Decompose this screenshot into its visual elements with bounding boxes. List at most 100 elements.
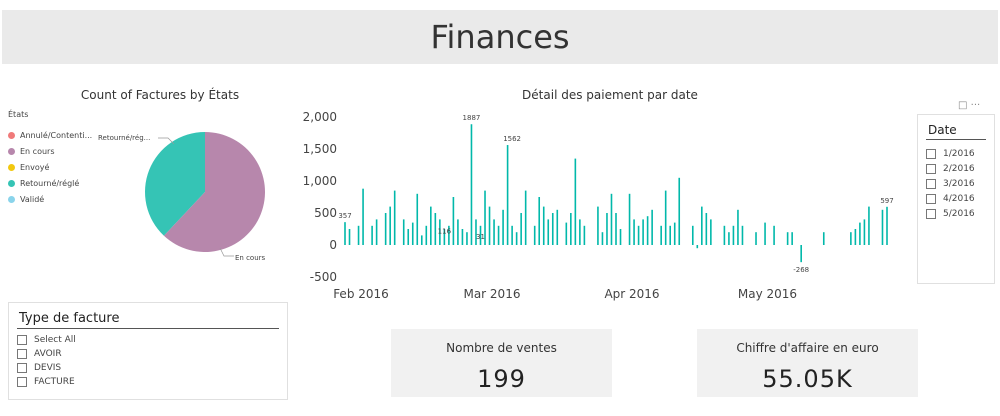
- bar[interactable]: [533, 225, 536, 245]
- bar-chart[interactable]: -500 0 500 1,000 1,500 2,000 Feb 2016 Mar 2016 A…: [290, 105, 900, 305]
- more-options-icon[interactable]: ···: [971, 100, 981, 111]
- bar[interactable]: [420, 235, 423, 245]
- bar[interactable]: [664, 190, 667, 245]
- slicer-item-avoir[interactable]: AVOIR: [17, 347, 279, 361]
- slicer-item-select-all[interactable]: Select All: [17, 333, 279, 347]
- checkbox-icon[interactable]: [926, 178, 936, 189]
- slicer-item-date[interactable]: 4/2016: [926, 191, 986, 206]
- bar[interactable]: [628, 193, 631, 245]
- bar[interactable]: [710, 219, 712, 245]
- bar[interactable]: [597, 206, 599, 245]
- bar[interactable]: [497, 225, 500, 245]
- bar[interactable]: [579, 219, 581, 245]
- bar[interactable]: [457, 219, 459, 245]
- bar[interactable]: [524, 190, 527, 245]
- bar[interactable]: [701, 206, 703, 245]
- checkbox-icon[interactable]: [17, 377, 27, 387]
- bar[interactable]: [669, 225, 671, 245]
- bar[interactable]: [348, 229, 351, 245]
- bar[interactable]: [886, 206, 888, 245]
- bar[interactable]: [430, 206, 432, 245]
- checkbox-icon[interactable]: [926, 193, 936, 204]
- bar[interactable]: [506, 145, 509, 245]
- bar[interactable]: [737, 209, 739, 245]
- checkbox-icon[interactable]: [926, 163, 936, 174]
- bar[interactable]: [786, 232, 789, 245]
- bar[interactable]: [850, 232, 852, 245]
- legend-item-envoye[interactable]: Envoyé: [8, 159, 92, 175]
- bar[interactable]: [384, 213, 387, 245]
- bar[interactable]: [344, 222, 346, 245]
- focus-mode-icon[interactable]: □: [958, 100, 967, 111]
- legend-item-en-cours[interactable]: En cours: [8, 143, 92, 159]
- bar[interactable]: [764, 222, 766, 245]
- bar[interactable]: [393, 190, 396, 245]
- bar[interactable]: [583, 225, 586, 245]
- bar[interactable]: [660, 225, 662, 245]
- bar[interactable]: [425, 225, 428, 245]
- bar[interactable]: [407, 229, 410, 245]
- slicer-item-date[interactable]: 5/2016: [926, 206, 986, 221]
- bar[interactable]: [570, 213, 572, 245]
- bar[interactable]: [551, 213, 554, 245]
- bar[interactable]: [502, 209, 504, 245]
- checkbox-icon[interactable]: [17, 335, 27, 345]
- bar[interactable]: [452, 197, 455, 245]
- bar[interactable]: [732, 225, 735, 245]
- bar[interactable]: [642, 219, 644, 245]
- bar[interactable]: [791, 232, 793, 245]
- bar[interactable]: [637, 225, 640, 245]
- bar[interactable]: [470, 124, 473, 245]
- bar[interactable]: [556, 209, 559, 245]
- bar[interactable]: [696, 245, 699, 249]
- bar[interactable]: [646, 216, 649, 245]
- legend-item-retourne[interactable]: Retourné/réglé: [8, 175, 92, 191]
- bar[interactable]: [705, 213, 708, 245]
- bar[interactable]: [542, 206, 545, 245]
- bar[interactable]: [606, 213, 608, 245]
- bar[interactable]: [547, 219, 550, 245]
- bar[interactable]: [520, 213, 522, 245]
- bar[interactable]: [371, 225, 373, 245]
- bar[interactable]: [868, 206, 870, 245]
- bar[interactable]: [651, 209, 653, 245]
- bar[interactable]: [493, 219, 495, 245]
- bar[interactable]: [565, 222, 568, 245]
- bar[interactable]: [859, 222, 861, 245]
- bar[interactable]: [375, 219, 378, 245]
- bar[interactable]: [822, 232, 825, 245]
- bar[interactable]: [610, 193, 613, 245]
- bar[interactable]: [741, 225, 744, 245]
- checkbox-icon[interactable]: [17, 349, 27, 359]
- bar[interactable]: [402, 219, 405, 245]
- bar[interactable]: [678, 177, 681, 245]
- slicer-item-date[interactable]: 2/2016: [926, 161, 986, 176]
- legend-item-valide[interactable]: Validé: [8, 191, 92, 207]
- bar[interactable]: [574, 158, 577, 245]
- slicer-item-date[interactable]: 3/2016: [926, 176, 986, 191]
- bar[interactable]: [691, 225, 694, 245]
- slicer-item-date[interactable]: 1/2016: [926, 146, 986, 161]
- checkbox-icon[interactable]: [17, 363, 27, 373]
- bar[interactable]: [515, 232, 518, 245]
- bar[interactable]: [728, 232, 730, 245]
- bar[interactable]: [755, 232, 757, 245]
- bar[interactable]: [389, 206, 391, 245]
- bar[interactable]: [362, 188, 364, 245]
- bar[interactable]: [466, 232, 468, 245]
- bar[interactable]: [881, 209, 884, 245]
- bar[interactable]: [673, 222, 676, 245]
- bar[interactable]: [538, 197, 541, 245]
- bar[interactable]: [411, 222, 414, 245]
- bar[interactable]: [633, 219, 635, 245]
- bar[interactable]: [863, 219, 866, 245]
- bar[interactable]: [416, 193, 419, 245]
- bar[interactable]: [800, 245, 802, 263]
- pie-chart[interactable]: Retourné/rég... En cours: [90, 120, 290, 270]
- bar[interactable]: [601, 232, 604, 245]
- slicer-item-facture[interactable]: FACTURE: [17, 375, 279, 389]
- bar[interactable]: [615, 213, 617, 245]
- bar[interactable]: [434, 213, 437, 245]
- bar[interactable]: [854, 229, 857, 245]
- legend-item-annule[interactable]: Annulé/Contenti...: [8, 127, 92, 143]
